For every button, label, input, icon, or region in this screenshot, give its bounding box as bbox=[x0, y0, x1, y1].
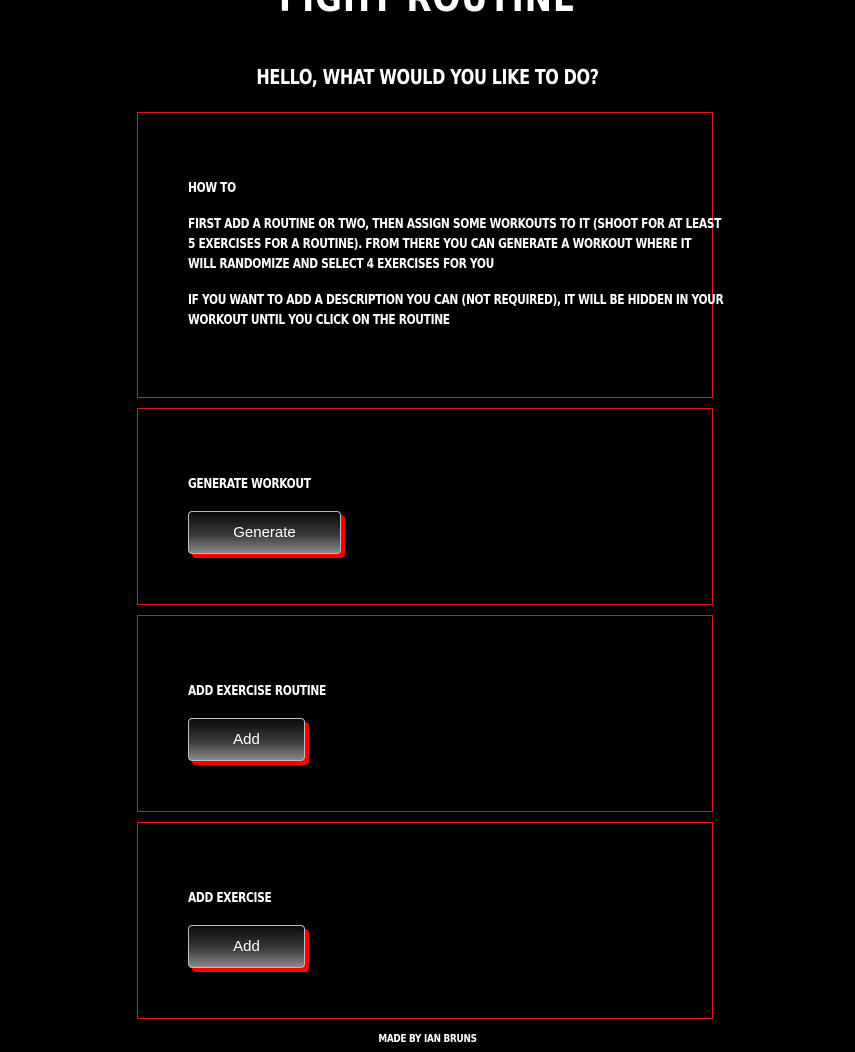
add-exercise-card: Add Exercise Add bbox=[137, 822, 713, 1019]
howto-p1-line: 5 exercises for a routine). From there y… bbox=[188, 237, 692, 252]
howto-p2-line: If you want to add a description you can… bbox=[188, 293, 724, 308]
page-title: Fight Routine bbox=[60, 0, 795, 18]
greeting-heading: Hello, what would you like to do? bbox=[256, 65, 599, 89]
generate-button[interactable]: Generate bbox=[188, 511, 341, 554]
howto-card: How To First add a routine or two, then … bbox=[137, 112, 724, 398]
add-exercise-button[interactable]: Add bbox=[188, 925, 305, 968]
generate-workout-label: Generate Workout bbox=[188, 477, 311, 492]
howto-p1-line: will randomize and select 4 exercises fo… bbox=[188, 257, 495, 272]
howto-paragraph-2: If you want to add a description you can… bbox=[188, 291, 724, 331]
howto-p2-line: workout until you click on the routine bbox=[188, 313, 450, 328]
add-routine-card: Add Exercise Routine Add bbox=[137, 615, 713, 812]
howto-p1-line: First add a routine or two, then assign … bbox=[188, 217, 722, 232]
add-exercise-label: Add Exercise bbox=[188, 891, 272, 906]
howto-heading: How To bbox=[188, 181, 236, 196]
add-routine-button[interactable]: Add bbox=[188, 718, 305, 761]
generate-workout-card: Generate Workout Generate bbox=[137, 408, 713, 605]
howto-paragraph-1: First add a routine or two, then assign … bbox=[188, 215, 721, 275]
add-routine-label: Add Exercise Routine bbox=[188, 684, 326, 699]
footer-credit: Made by Ian Bruns bbox=[378, 1032, 477, 1045]
